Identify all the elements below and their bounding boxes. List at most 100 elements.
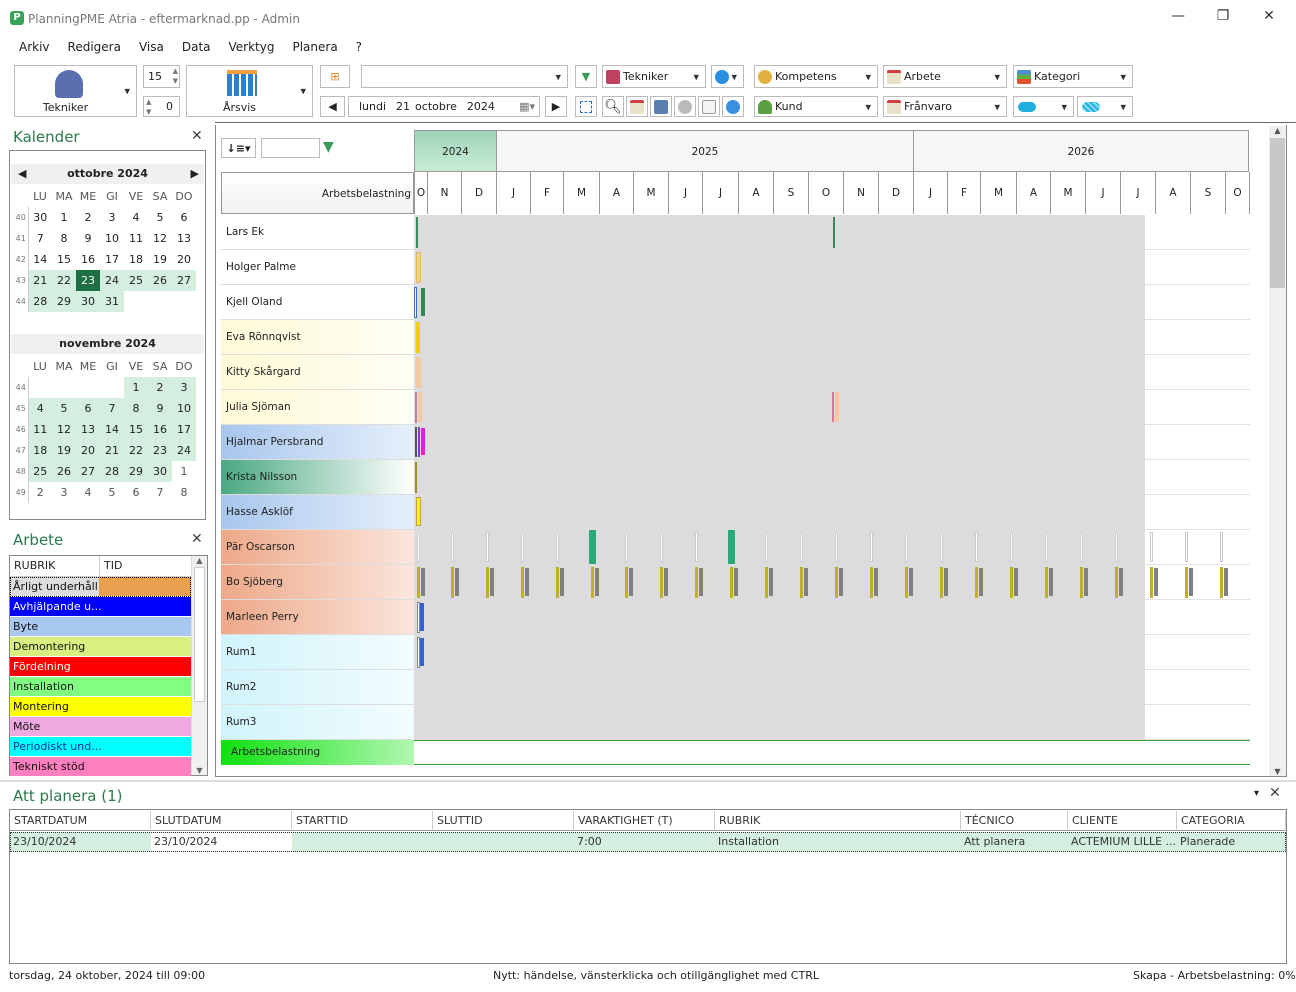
day-cell[interactable]: 3: [52, 482, 76, 503]
task-bar[interactable]: [1185, 532, 1188, 562]
resource-row[interactable]: Julia Sjöman: [221, 390, 414, 425]
task-bar[interactable]: [1010, 567, 1013, 598]
calendar-dropdown-icon[interactable]: ▦▾: [519, 100, 535, 113]
task-bar[interactable]: [835, 392, 839, 422]
task-bar[interactable]: [870, 567, 873, 598]
day-cell[interactable]: [172, 291, 196, 312]
panel-menu-icon[interactable]: ▾: [1254, 788, 1259, 799]
task-bar[interactable]: [629, 568, 633, 596]
column-header[interactable]: CLIENTE: [1068, 811, 1177, 831]
spin-input-2[interactable]: ▲ ▼ 0: [143, 96, 180, 117]
scroll-down-icon[interactable]: ▼: [192, 766, 207, 775]
task-bar[interactable]: [525, 568, 529, 596]
task-bar[interactable]: [1084, 568, 1088, 596]
task-bar[interactable]: [765, 532, 768, 562]
day-cell[interactable]: 1: [52, 207, 76, 228]
resource-row[interactable]: Hjalmar Persbrand: [221, 425, 414, 460]
pattern-filter[interactable]: [1077, 96, 1133, 117]
date-picker[interactable]: lundi 21 octobre 2024 ▦▾: [348, 96, 540, 117]
column-header[interactable]: TÉCNICO: [961, 811, 1068, 831]
splitter[interactable]: [0, 780, 1296, 782]
task-bar[interactable]: [451, 532, 454, 562]
task-bar[interactable]: [591, 567, 594, 598]
task-bar[interactable]: [1150, 567, 1153, 598]
menu-data[interactable]: Data: [173, 40, 220, 54]
task-bar[interactable]: [1080, 567, 1083, 598]
task-bar[interactable]: [455, 568, 459, 596]
task-bar[interactable]: [975, 567, 978, 598]
resource-row[interactable]: Rum1: [221, 635, 414, 670]
day-cell[interactable]: 17: [172, 419, 196, 440]
day-cell[interactable]: 3: [100, 207, 124, 228]
task-bar[interactable]: [800, 567, 803, 598]
day-cell[interactable]: 24: [100, 270, 124, 291]
day-cell[interactable]: 31: [100, 291, 124, 312]
column-header[interactable]: RUBRIK: [715, 811, 961, 831]
arbete-item[interactable]: Fördelning: [10, 657, 191, 677]
task-bar[interactable]: [1080, 532, 1083, 562]
day-cell[interactable]: 23: [76, 270, 100, 291]
day-cell[interactable]: 4: [76, 482, 100, 503]
scroll-up-icon[interactable]: ▲: [192, 556, 207, 565]
funnel-icon[interactable]: ▼: [323, 139, 334, 155]
day-cell[interactable]: 15: [52, 249, 76, 270]
task-bar[interactable]: [1014, 568, 1018, 596]
task-bar[interactable]: [944, 568, 948, 596]
day-cell[interactable]: 30: [76, 291, 100, 312]
task-bar[interactable]: [1045, 532, 1048, 562]
day-cell[interactable]: [100, 377, 124, 398]
menu-help[interactable]: ?: [347, 40, 371, 54]
task-bar[interactable]: [418, 427, 420, 457]
task-bar[interactable]: [521, 567, 524, 598]
scroll-thumb[interactable]: [1270, 138, 1285, 288]
task-bar[interactable]: [416, 357, 421, 388]
day-cell[interactable]: 16: [148, 419, 172, 440]
day-cell[interactable]: 28: [28, 291, 52, 312]
day-cell[interactable]: 11: [124, 228, 148, 249]
day-cell[interactable]: 1: [124, 377, 148, 398]
day-cell[interactable]: 6: [76, 398, 100, 419]
resource-row[interactable]: Holger Palme: [221, 250, 414, 285]
day-cell[interactable]: 5: [100, 482, 124, 503]
task-bar[interactable]: [839, 568, 843, 596]
task-bar[interactable]: [1150, 532, 1153, 562]
day-cell[interactable]: 9: [148, 398, 172, 419]
resource-row[interactable]: Marleen Perry: [221, 600, 414, 635]
task-bar[interactable]: [940, 567, 943, 598]
menu-verktyg[interactable]: Verktyg: [220, 40, 284, 54]
task-bar[interactable]: [695, 532, 698, 562]
chart-button[interactable]: [674, 96, 696, 117]
day-cell[interactable]: 13: [172, 228, 196, 249]
scroll-up-icon[interactable]: ▲: [1269, 126, 1286, 135]
resource-row[interactable]: Kitty Skårgard: [221, 355, 414, 390]
task-bar[interactable]: [1185, 567, 1188, 598]
column-header[interactable]: CATEGORIA: [1177, 811, 1286, 831]
arbete-item[interactable]: Tekniskt stöd: [10, 757, 191, 777]
day-cell[interactable]: 18: [124, 249, 148, 270]
task-bar[interactable]: [486, 532, 489, 562]
task-bar[interactable]: [975, 532, 978, 562]
hierarchy-button[interactable]: ⊞: [320, 65, 350, 88]
day-cell[interactable]: 30: [148, 461, 172, 482]
day-cell[interactable]: 2: [28, 482, 52, 503]
column-header[interactable]: STARTTID: [292, 811, 433, 831]
att-planera-close-icon[interactable]: ✕: [1269, 785, 1281, 801]
task-bar[interactable]: [1189, 568, 1193, 596]
kund-filter[interactable]: Kund: [754, 96, 878, 117]
task-bar[interactable]: [660, 532, 663, 562]
task-bar[interactable]: [560, 568, 564, 596]
day-cell[interactable]: 8: [52, 228, 76, 249]
task-bar[interactable]: [833, 217, 835, 248]
day-cell[interactable]: 15: [124, 419, 148, 440]
period-selector[interactable]: Årsvis: [186, 65, 313, 117]
task-bar[interactable]: [835, 567, 838, 598]
task-bar[interactable]: [451, 567, 454, 598]
arbete-item[interactable]: Avhjälpande u...: [10, 597, 191, 617]
sort-button[interactable]: ↓≡▾: [221, 138, 256, 158]
spin-arrows-icon[interactable]: ▲ ▼: [173, 66, 178, 86]
spin-arrows-icon[interactable]: ▲ ▼: [146, 97, 151, 117]
day-cell[interactable]: 6: [124, 482, 148, 503]
column-header[interactable]: SLUTDATUM: [151, 811, 292, 831]
task-bar[interactable]: [486, 567, 489, 598]
task-bar[interactable]: [979, 568, 983, 596]
